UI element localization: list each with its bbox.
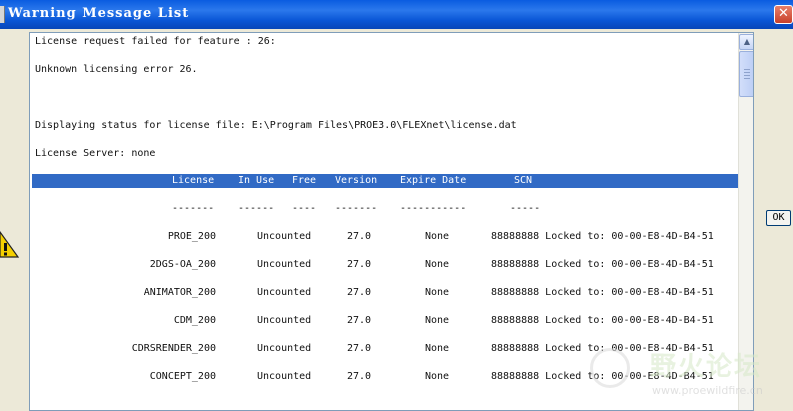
header-license: License bbox=[172, 175, 215, 186]
separator-dashes: ------ bbox=[238, 203, 275, 214]
license-name: CONCEPT_200 bbox=[149, 371, 216, 382]
header-in-use: In Use bbox=[238, 175, 275, 186]
version-value: 27.0 bbox=[347, 231, 372, 242]
separator-dashes: ---- bbox=[292, 203, 317, 214]
expire-value: None bbox=[425, 231, 450, 242]
header-version: Version bbox=[335, 175, 378, 186]
header-free: Free bbox=[292, 175, 317, 186]
message-line: License request failed for feature : 26: bbox=[35, 36, 276, 47]
header-scn: SCN bbox=[514, 175, 533, 186]
license-file-line: Displaying status for license file: E:\P… bbox=[35, 120, 517, 131]
watermark-url: www.proewildfire.cn bbox=[652, 384, 763, 397]
scn-value: 88888888 Locked to: 00-00-E8-4D-B4-51 bbox=[491, 231, 714, 242]
separator-dashes: ------- bbox=[172, 203, 215, 214]
window-icon[interactable] bbox=[0, 6, 5, 23]
license-name: ANIMATOR_200 bbox=[143, 287, 216, 298]
ok-button[interactable]: OK bbox=[766, 210, 791, 226]
header-expire-date: Expire Date bbox=[400, 175, 467, 186]
scn-value: 88888888 Locked to: 00-00-E8-4D-B4-51 bbox=[491, 315, 714, 326]
license-name: PROE_200 bbox=[167, 231, 216, 242]
title-bar: Warning Message List ✕ bbox=[0, 0, 793, 29]
expire-value: None bbox=[425, 287, 450, 298]
separator-dashes: ----- bbox=[510, 203, 541, 214]
watermark-logo-icon bbox=[590, 348, 630, 388]
version-value: 27.0 bbox=[347, 343, 372, 354]
expire-value: None bbox=[425, 259, 450, 270]
scroll-up-button[interactable]: ▲ bbox=[739, 34, 753, 50]
in-use-value: Uncounted bbox=[257, 315, 312, 326]
in-use-value: Uncounted bbox=[257, 343, 312, 354]
in-use-value: Uncounted bbox=[257, 259, 312, 270]
expire-value: None bbox=[425, 315, 450, 326]
separator-dashes: ------- bbox=[335, 203, 378, 214]
message-line: Unknown licensing error 26. bbox=[35, 64, 198, 75]
version-value: 27.0 bbox=[347, 371, 372, 382]
watermark-brand: 野火论坛 bbox=[650, 352, 763, 382]
scn-value: 88888888 Locked to: 00-00-E8-4D-B4-51 bbox=[491, 259, 714, 270]
chevron-up-icon: ▲ bbox=[743, 37, 751, 46]
license-server-line: License Server: none bbox=[35, 148, 156, 159]
watermark: 野火论坛 www.proewildfire.cn bbox=[590, 344, 790, 404]
window-title: Warning Message List bbox=[8, 6, 190, 21]
table-header-row[interactable] bbox=[32, 174, 738, 188]
in-use-value: Uncounted bbox=[257, 371, 312, 382]
close-button[interactable]: ✕ bbox=[774, 5, 793, 24]
in-use-value: Uncounted bbox=[257, 287, 312, 298]
left-frame bbox=[0, 29, 26, 411]
expire-value: None bbox=[425, 343, 450, 354]
scn-value: 88888888 Locked to: 00-00-E8-4D-B4-51 bbox=[491, 287, 714, 298]
license-name: CDRSRENDER_200 bbox=[131, 343, 216, 354]
separator-dashes: ----------- bbox=[400, 203, 467, 214]
warning-icon bbox=[0, 230, 20, 258]
version-value: 27.0 bbox=[347, 287, 372, 298]
in-use-value: Uncounted bbox=[257, 231, 312, 242]
close-icon: ✕ bbox=[778, 6, 789, 21]
expire-value: None bbox=[425, 371, 450, 382]
version-value: 27.0 bbox=[347, 259, 372, 270]
license-name: 2DGS-OA_200 bbox=[149, 259, 216, 270]
scroll-thumb[interactable] bbox=[739, 51, 753, 97]
version-value: 27.0 bbox=[347, 315, 372, 326]
license-name: CDM_200 bbox=[173, 315, 216, 326]
